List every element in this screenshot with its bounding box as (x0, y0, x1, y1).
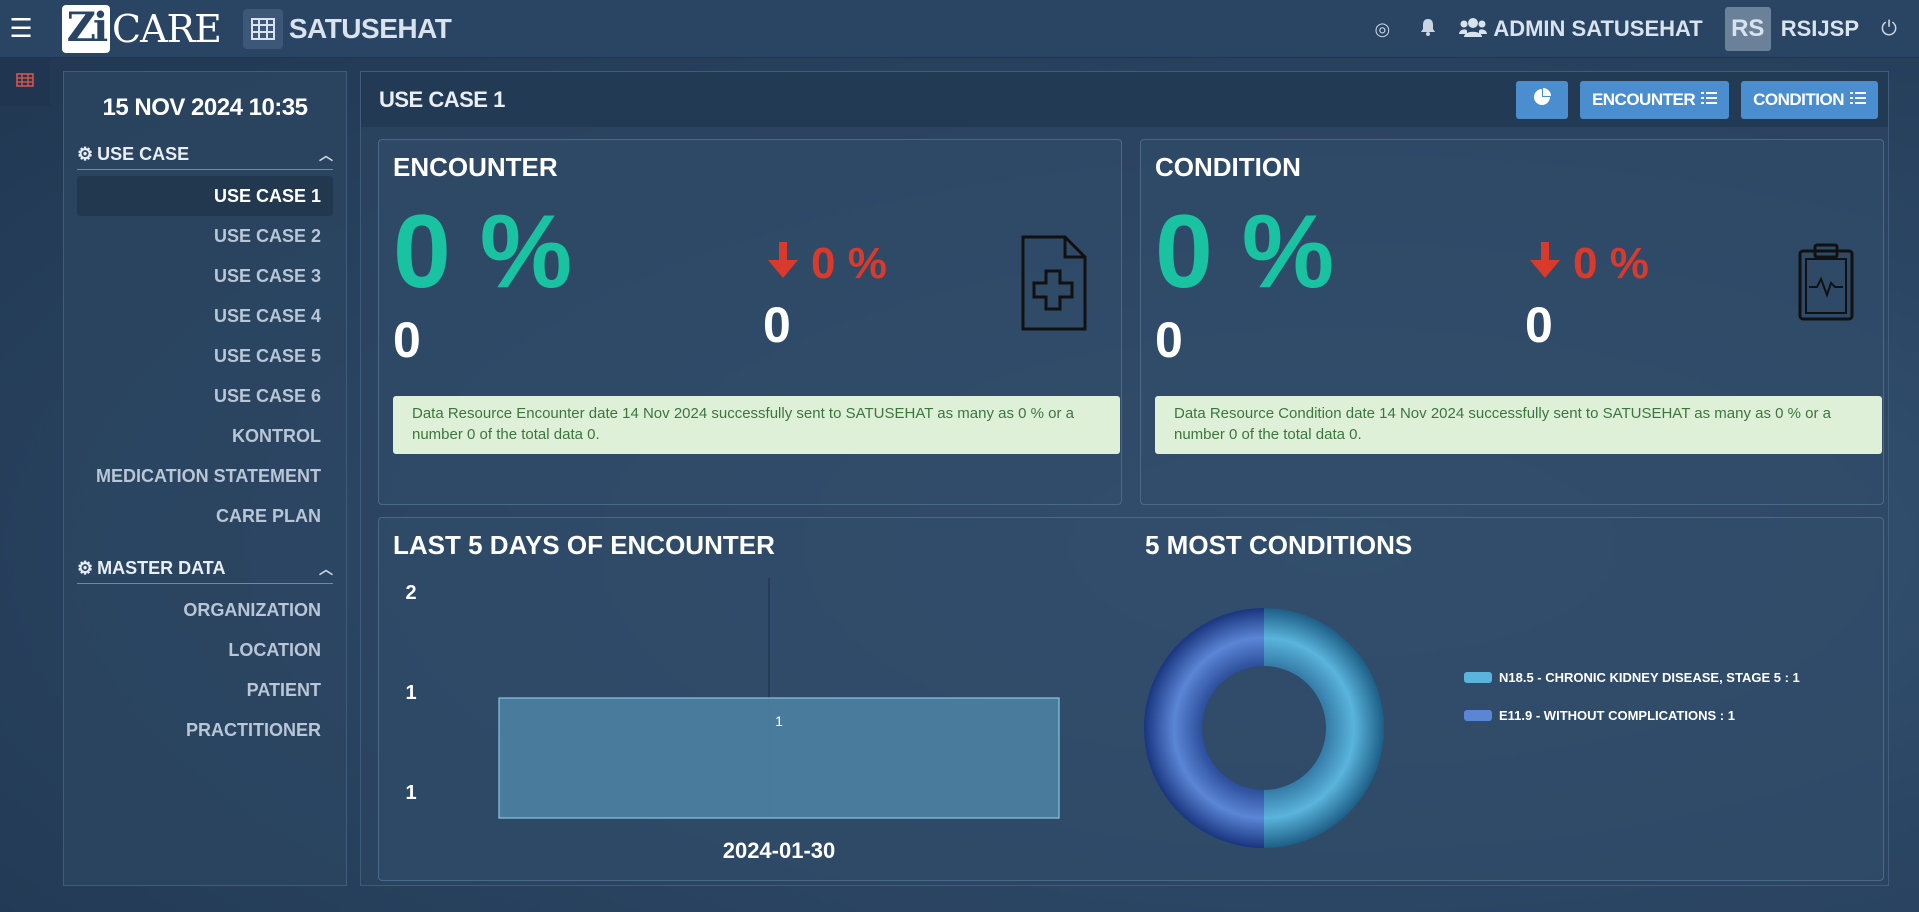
condition-button-label: CONDITION (1753, 89, 1844, 109)
y-tick-label: 1 (405, 682, 416, 704)
top-right-controls: ◎ ADMIN SATUSEHAT RS RSIJSP ⏻ (1359, 0, 1919, 58)
condition-button[interactable]: CONDITION (1741, 80, 1878, 119)
user-menu[interactable]: ADMIN SATUSEHAT (1459, 16, 1703, 42)
users-icon (1459, 17, 1488, 42)
encounter-status-alert: Data Resource Encounter date 14 Nov 2024… (393, 396, 1120, 454)
arrow-down-icon (763, 240, 803, 288)
medical-file-icon (1019, 235, 1087, 336)
org-avatar[interactable]: RS (1724, 7, 1771, 51)
chart-view-button[interactable] (1515, 80, 1568, 119)
donut-slice (1144, 608, 1264, 848)
encounter-button[interactable]: ENCOUNTER (1579, 80, 1730, 119)
app-logo[interactable]: Zi CARE (62, 0, 222, 58)
section-title: USE CASE (97, 144, 190, 164)
arrow-down-icon (1525, 240, 1565, 288)
encounter-delta-percent: 0 % (811, 239, 887, 288)
condition-delta-count: 0 (1525, 297, 1553, 353)
encounter-delta-count: 0 (763, 297, 791, 353)
sidebar-item-kontrol[interactable]: KONTROL (77, 416, 333, 456)
sidebar-item-patient[interactable]: PATIENT (77, 670, 333, 710)
power-icon[interactable]: ⏻ (1859, 18, 1919, 41)
grid-icon (242, 8, 283, 49)
bell-icon[interactable] (1405, 18, 1451, 41)
encounter-button-label: ENCOUNTER (1591, 89, 1696, 109)
logo-zi: Zi (62, 4, 110, 53)
condition-percent: 0 % (1155, 194, 1335, 310)
condition-delta: 0 % (1525, 240, 1649, 288)
legend-swatch (1464, 672, 1492, 683)
sidebar-item-care-plan[interactable]: CARE PLAN (77, 496, 333, 536)
condition-card: CONDITION 0 % 0 0 % 0 Data Resource Cond… (1140, 139, 1884, 505)
pie-chart-icon (1533, 88, 1551, 111)
top-bar: ☰ Zi CARE SATUSEHAT ◎ ADMIN SATUSEHAT RS… (0, 0, 1919, 58)
condition-delta-percent: 0 % (1573, 239, 1649, 288)
donut-chart: N18.5 - CHRONIC KIDNEY DISEASE, STAGE 5 … (1144, 608, 1800, 848)
list-icon (1850, 90, 1866, 110)
card-title: ENCOUNTER (393, 152, 558, 182)
logo-care: CARE (112, 6, 222, 51)
table-icon (16, 72, 34, 92)
condition-status-alert: Data Resource Condition date 14 Nov 2024… (1155, 396, 1882, 454)
x-tick-label: 2024-01-30 (723, 838, 836, 863)
encounter-count: 0 (393, 312, 421, 368)
encounter-delta: 0 % (763, 240, 887, 288)
sidebar-item-use-case-4[interactable]: USE CASE 4 (77, 296, 333, 336)
org-name[interactable]: RSIJSP (1781, 16, 1859, 42)
legend-swatch (1464, 710, 1492, 721)
sidebar-item-use-case-6[interactable]: USE CASE 6 (77, 376, 333, 416)
sidebar-item-location[interactable]: LOCATION (77, 630, 333, 670)
sidebar-item-practitioner[interactable]: PRACTITIONER (77, 710, 333, 750)
legend-label: N18.5 - CHRONIC KIDNEY DISEASE, STAGE 5 … (1499, 670, 1800, 685)
rail-table-button[interactable] (0, 58, 50, 106)
y-tick-label: 1 (405, 782, 416, 804)
bar-chart: 2 1 1 1 2024-01-30 (405, 578, 1060, 863)
chevron-up-icon[interactable]: ︿ (319, 559, 333, 579)
sidebar-item-use-case-3[interactable]: USE CASE 3 (77, 256, 333, 296)
condition-count: 0 (1155, 312, 1183, 368)
donut-slice (1264, 608, 1384, 848)
bar-chart-title: LAST 5 DAYS OF ENCOUNTER (393, 530, 775, 560)
clipboard-pulse-icon (1797, 243, 1855, 326)
charts-card: LAST 5 DAYS OF ENCOUNTER 5 MOST CONDITIO… (378, 517, 1884, 881)
datetime: 15 NOV 2024 10:35 (102, 94, 308, 121)
sidebar-item-medication-statement[interactable]: MEDICATION STATEMENT (77, 456, 333, 496)
sidebar-item-use-case-1[interactable]: USE CASE 1 (77, 176, 333, 216)
menu-icon[interactable]: ☰ (0, 0, 42, 58)
encounter-percent: 0 % (393, 194, 573, 310)
list-icon (1701, 90, 1718, 110)
user-name: ADMIN SATUSEHAT (1493, 16, 1703, 41)
gear-icon: ⚙ (77, 558, 94, 578)
sidebar: 15 NOV 2024 10:35 ⚙ USE CASE ︿ USE CASE 1… (63, 71, 347, 886)
main-panel: USE CASE 1 ENCOUNTER CONDITION ENCOUNTER… (360, 71, 1889, 886)
sidebar-item-organization[interactable]: ORGANIZATION (77, 590, 333, 630)
app-title: SATUSEHAT (288, 12, 452, 44)
donut-chart-title: 5 MOST CONDITIONS (1145, 530, 1413, 560)
encounter-card: ENCOUNTER 0 % 0 0 % 0 Data Resource Enco… (378, 139, 1122, 505)
use-case-nav: USE CASE 1 USE CASE 2 USE CASE 3 USE CAS… (77, 176, 333, 536)
gear-icon: ⚙ (77, 144, 94, 164)
section-master-data-header[interactable]: ⚙ MASTER DATA ︿ (77, 554, 333, 584)
section-use-case-header[interactable]: ⚙ USE CASE ︿ (77, 140, 333, 170)
master-data-nav: ORGANIZATION LOCATION PATIENT PRACTITION… (77, 590, 333, 750)
y-tick-label: 2 (405, 582, 416, 604)
card-title: CONDITION (1155, 152, 1301, 182)
page-title: USE CASE 1 (379, 86, 505, 112)
main-header: USE CASE 1 ENCOUNTER CONDITION (361, 72, 1888, 127)
target-icon[interactable]: ◎ (1359, 19, 1405, 40)
sidebar-item-use-case-5[interactable]: USE CASE 5 (77, 336, 333, 376)
chevron-up-icon[interactable]: ︿ (319, 145, 333, 165)
sidebar-item-use-case-2[interactable]: USE CASE 2 (77, 216, 333, 256)
bar-data-label: 1 (775, 713, 783, 729)
legend-label: E11.9 - WITHOUT COMPLICATIONS : 1 (1499, 708, 1735, 723)
section-title: MASTER DATA (97, 558, 226, 578)
